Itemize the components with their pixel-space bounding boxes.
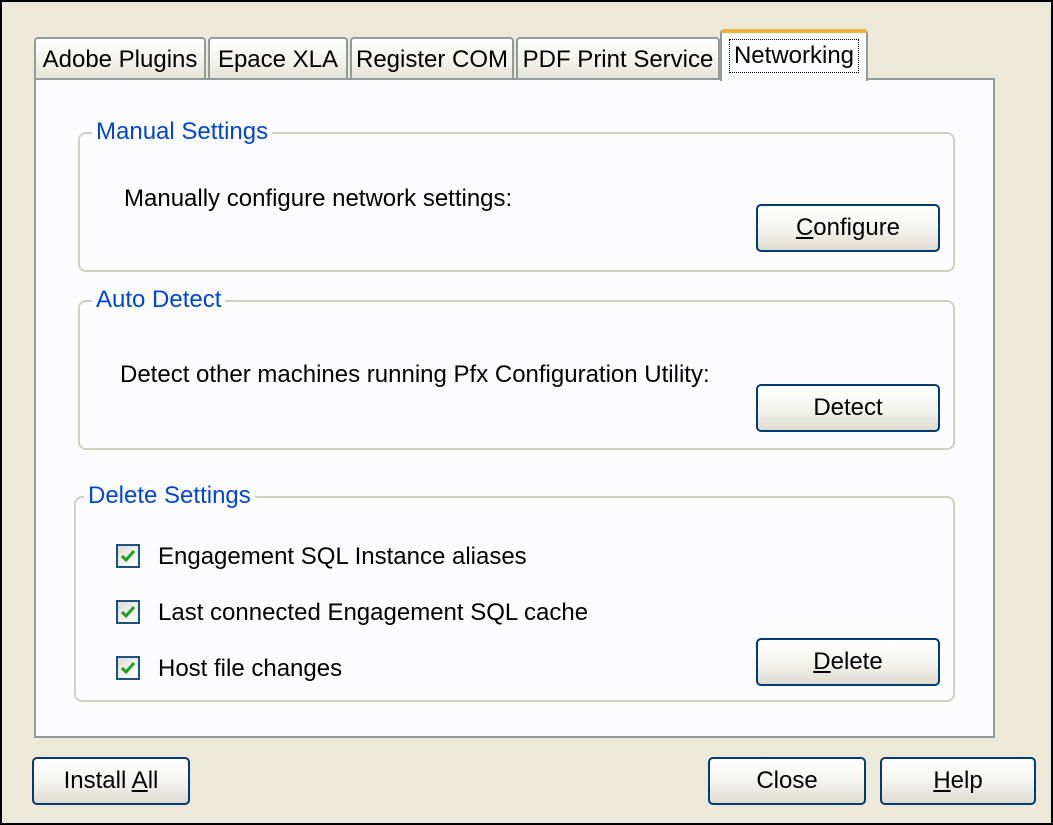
checkbox[interactable]	[116, 600, 140, 624]
networking-tab-panel: Manual Settings Manually configure netwo…	[34, 78, 995, 738]
close-label: Close	[756, 767, 818, 794]
configure-button[interactable]: Configure	[756, 204, 940, 252]
delete-settings-title: Delete Settings	[84, 481, 255, 511]
help-label-rest: elp	[950, 767, 983, 794]
manual-settings-group: Manual Settings Manually configure netwo…	[78, 117, 955, 272]
configure-mnemonic: C	[795, 214, 814, 241]
checkbox[interactable]	[116, 656, 140, 680]
manual-settings-description: Manually configure network settings:	[124, 185, 513, 212]
auto-detect-title: Auto Detect	[92, 285, 226, 315]
delete-settings-group: Delete Settings Engagement SQL Instance …	[74, 481, 955, 702]
install-all-label-start: Install	[63, 767, 132, 794]
auto-detect-group: Auto Detect Detect other machines runnin…	[78, 285, 955, 450]
tab-networking[interactable]: Networking	[720, 29, 868, 81]
install-all-button[interactable]: Install All	[32, 757, 190, 805]
delete-button[interactable]: Delete	[756, 638, 940, 686]
detect-button[interactable]: Detect	[756, 384, 940, 432]
tab-adobe-plugins[interactable]: Adobe Plugins	[34, 37, 206, 79]
tab-epace-xla[interactable]: Epace XLA	[208, 37, 348, 79]
configure-label-rest: onfigure	[813, 214, 901, 241]
tab-label: Networking	[728, 39, 860, 73]
tab-label: Epace XLA	[217, 46, 339, 73]
help-button[interactable]: Help	[880, 757, 1036, 805]
check-mark-icon	[120, 550, 136, 563]
help-mnemonic: H	[933, 767, 951, 794]
delete-label-rest: elete	[830, 648, 883, 675]
manual-settings-title: Manual Settings	[92, 117, 273, 147]
install-all-mnemonic: A	[131, 767, 148, 794]
check-mark-icon	[120, 662, 136, 675]
tab-label: PDF Print Service	[522, 46, 714, 73]
tab-register-com[interactable]: Register COM	[350, 37, 514, 79]
dialog-window: Adobe Plugins Epace XLA Register COM PDF…	[0, 0, 1053, 825]
check-mark-icon	[120, 606, 136, 619]
checkbox-label: Host file changes	[158, 655, 343, 682]
detect-label: Detect	[813, 394, 883, 421]
checkbox-label: Last connected Engagement SQL cache	[158, 599, 589, 626]
checkbox[interactable]	[116, 544, 140, 568]
tab-label: Register COM	[355, 46, 509, 73]
close-button[interactable]: Close	[708, 757, 866, 805]
delete-mnemonic: D	[813, 648, 831, 675]
checkbox-label: Engagement SQL Instance aliases	[158, 543, 527, 570]
tab-pdf-print-service[interactable]: PDF Print Service	[516, 37, 720, 79]
auto-detect-description: Detect other machines running Pfx Config…	[120, 361, 710, 388]
install-all-label-rest: ll	[147, 767, 159, 794]
tab-label: Adobe Plugins	[42, 46, 198, 73]
